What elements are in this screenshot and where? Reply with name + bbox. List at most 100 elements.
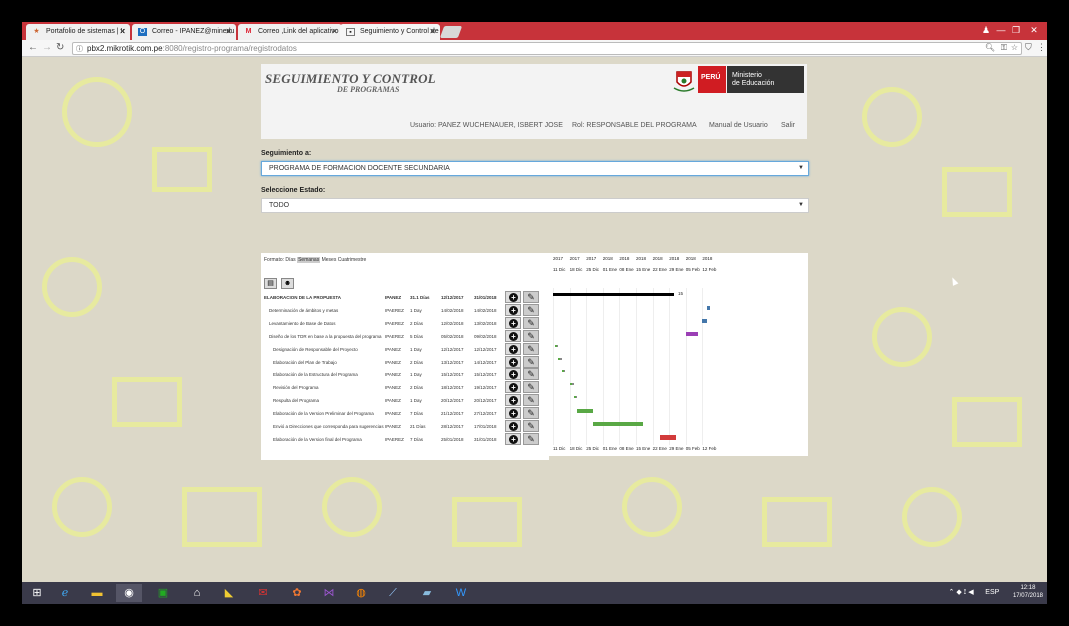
clipboard-icon[interactable]: ▤ <box>264 278 277 289</box>
explorer-icon[interactable]: ▬ <box>84 584 110 602</box>
edit-task-button[interactable]: ✎ <box>523 316 539 329</box>
logout-link[interactable]: Salir <box>781 122 795 129</box>
add-task-button[interactable]: + <box>505 420 521 432</box>
key-icon[interactable]: ⚿ <box>1001 43 1007 53</box>
language-indicator[interactable]: ESP <box>985 589 999 596</box>
task-start-date: 12/12/2017 <box>441 295 464 300</box>
home-icon[interactable]: ⌂ <box>184 584 210 602</box>
gantt-bar[interactable] <box>569 383 575 386</box>
edit-task-button[interactable]: ✎ <box>523 355 539 368</box>
add-task-button[interactable]: + <box>505 329 521 342</box>
back-icon[interactable]: ← <box>28 42 38 53</box>
firefox-icon[interactable]: ◍ <box>348 584 374 602</box>
edit-task-button[interactable]: ✎ <box>523 291 539 303</box>
extension-icon[interactable]: ⛉ <box>1025 42 1032 53</box>
minimize-button[interactable]: — <box>994 23 1008 37</box>
reload-icon[interactable]: ↻ <box>56 42 64 53</box>
add-task-button[interactable]: + <box>505 291 521 303</box>
gantt-bar[interactable] <box>557 357 563 360</box>
menu-icon[interactable]: ⋮ <box>1037 42 1046 53</box>
plus-icon: + <box>509 370 518 380</box>
edit-task-button[interactable]: ✎ <box>523 303 539 316</box>
edit-task-button[interactable]: ✎ <box>523 394 539 407</box>
add-task-button[interactable]: + <box>505 342 521 355</box>
edit-task-button[interactable]: ✎ <box>523 381 539 394</box>
edit-task-button[interactable]: ✎ <box>523 407 539 420</box>
page-icon: ▪ <box>346 28 355 36</box>
plus-icon: + <box>509 383 518 393</box>
edit-task-button[interactable]: ✎ <box>523 368 539 381</box>
address-bar[interactable]: ⓘ pbx2.mikrotik.com.pe:8080/registro-pro… <box>72 42 1022 55</box>
profile-icon[interactable]: ♟ <box>980 23 992 37</box>
gmail-icon: M <box>245 28 252 35</box>
gantt-bar[interactable] <box>576 409 594 414</box>
gantt-bar[interactable] <box>562 370 566 373</box>
close-window-button[interactable]: ✕ <box>1026 23 1042 37</box>
forward-icon[interactable]: → <box>42 42 52 53</box>
close-icon[interactable]: ✕ <box>119 27 126 36</box>
ie-icon[interactable]: ℯ <box>52 584 78 602</box>
add-task-button[interactable]: + <box>505 303 521 316</box>
grid-line <box>652 288 654 445</box>
visual-studio-icon[interactable]: ⋈ <box>316 584 342 602</box>
week-label: 05 Feb <box>685 267 700 272</box>
edit-task-button[interactable]: ✎ <box>523 329 539 342</box>
gantt-bar[interactable] <box>593 422 644 426</box>
tab-correo-outlook[interactable]: O Correo - IPANEZ@minedu ✕ <box>132 24 236 40</box>
add-task-button[interactable]: + <box>505 368 521 381</box>
new-tab-button[interactable] <box>439 26 463 38</box>
word-icon[interactable]: W <box>448 584 474 602</box>
task-end-date: 13/02/2018 <box>474 320 497 326</box>
close-icon[interactable]: ✕ <box>331 27 338 36</box>
format-option-meses[interactable]: Meses <box>322 257 337 263</box>
star-icon[interactable]: ☆ <box>1011 43 1018 52</box>
gantt-bar[interactable] <box>707 305 711 310</box>
add-task-button[interactable]: + <box>505 316 521 329</box>
gantt-bar[interactable] <box>685 331 698 336</box>
close-icon[interactable]: ✕ <box>225 27 232 36</box>
tray-icons[interactable]: ⌃ ◆ ⟟ ◀︎ <box>949 589 974 596</box>
add-task-button[interactable]: + <box>505 407 521 420</box>
gantt-bar[interactable] <box>659 434 677 440</box>
manual-link[interactable]: Manual de Usuario <box>709 122 768 129</box>
tab-label: Seguimiento y Control de <box>360 28 439 35</box>
windows-start-icon[interactable]: ⊞ <box>24 584 50 602</box>
user-search-icon[interactable]: ☻ <box>281 278 294 289</box>
edit-task-button[interactable]: ✎ <box>523 432 539 445</box>
seguimiento-select[interactable]: PROGRAMA DE FORMACION DOCENTE SECUNDARIA… <box>261 161 809 176</box>
zoom-icon[interactable]: 🔍︎ <box>985 43 995 52</box>
edit-task-button[interactable]: ✎ <box>523 420 539 432</box>
folder-icon[interactable]: ◣ <box>216 584 242 602</box>
gantt-bar[interactable] <box>553 293 674 296</box>
estado-select[interactable]: TODO ▼ <box>261 198 809 213</box>
info-icon[interactable]: ⓘ <box>76 44 83 54</box>
tab-correo-gmail[interactable]: M Correo ,Link del aplicativo ✕ <box>238 24 342 40</box>
excel-icon[interactable]: ▣ <box>150 584 176 602</box>
gantt-bar[interactable] <box>555 344 559 347</box>
tab-portafolio[interactable]: ★ Portafolio de sistemas | Ir ✕ <box>26 24 130 40</box>
add-task-button[interactable]: + <box>505 394 521 407</box>
restore-button[interactable]: ❐ <box>1009 23 1023 37</box>
app-icon[interactable]: ✿ <box>284 584 310 602</box>
gantt-bar[interactable] <box>702 318 708 323</box>
close-icon[interactable]: ✕ <box>429 27 436 36</box>
gantt-bar[interactable] <box>574 396 578 399</box>
clock-decoration <box>42 257 102 317</box>
add-task-button[interactable]: + <box>505 355 521 368</box>
mail-icon[interactable]: ✉ <box>250 584 276 602</box>
format-option-semanas[interactable]: Semanas <box>297 257 321 263</box>
app2-icon[interactable]: ▰ <box>414 584 440 602</box>
format-selector: Formato: Días Semanas Meses Cuatrimestre <box>264 257 366 263</box>
plus-icon: + <box>509 331 518 341</box>
chrome-icon[interactable]: ◉ <box>116 584 142 602</box>
sql-icon[interactable]: ⟋ <box>380 584 406 602</box>
format-option-cuatrimestre[interactable]: Cuatrimestre <box>338 257 367 263</box>
edit-task-button[interactable]: ✎ <box>523 342 539 355</box>
add-task-button[interactable]: + <box>505 381 521 394</box>
task-duration: 2 Días <box>410 385 424 391</box>
format-option-dias[interactable]: Días <box>285 257 295 263</box>
task-start-date: 15/12/2017 <box>441 372 464 378</box>
tab-seguimiento[interactable]: ▪ Seguimiento y Control de ✕ <box>340 24 440 40</box>
add-task-button[interactable]: + <box>505 432 521 445</box>
clock-decoration <box>862 87 922 147</box>
